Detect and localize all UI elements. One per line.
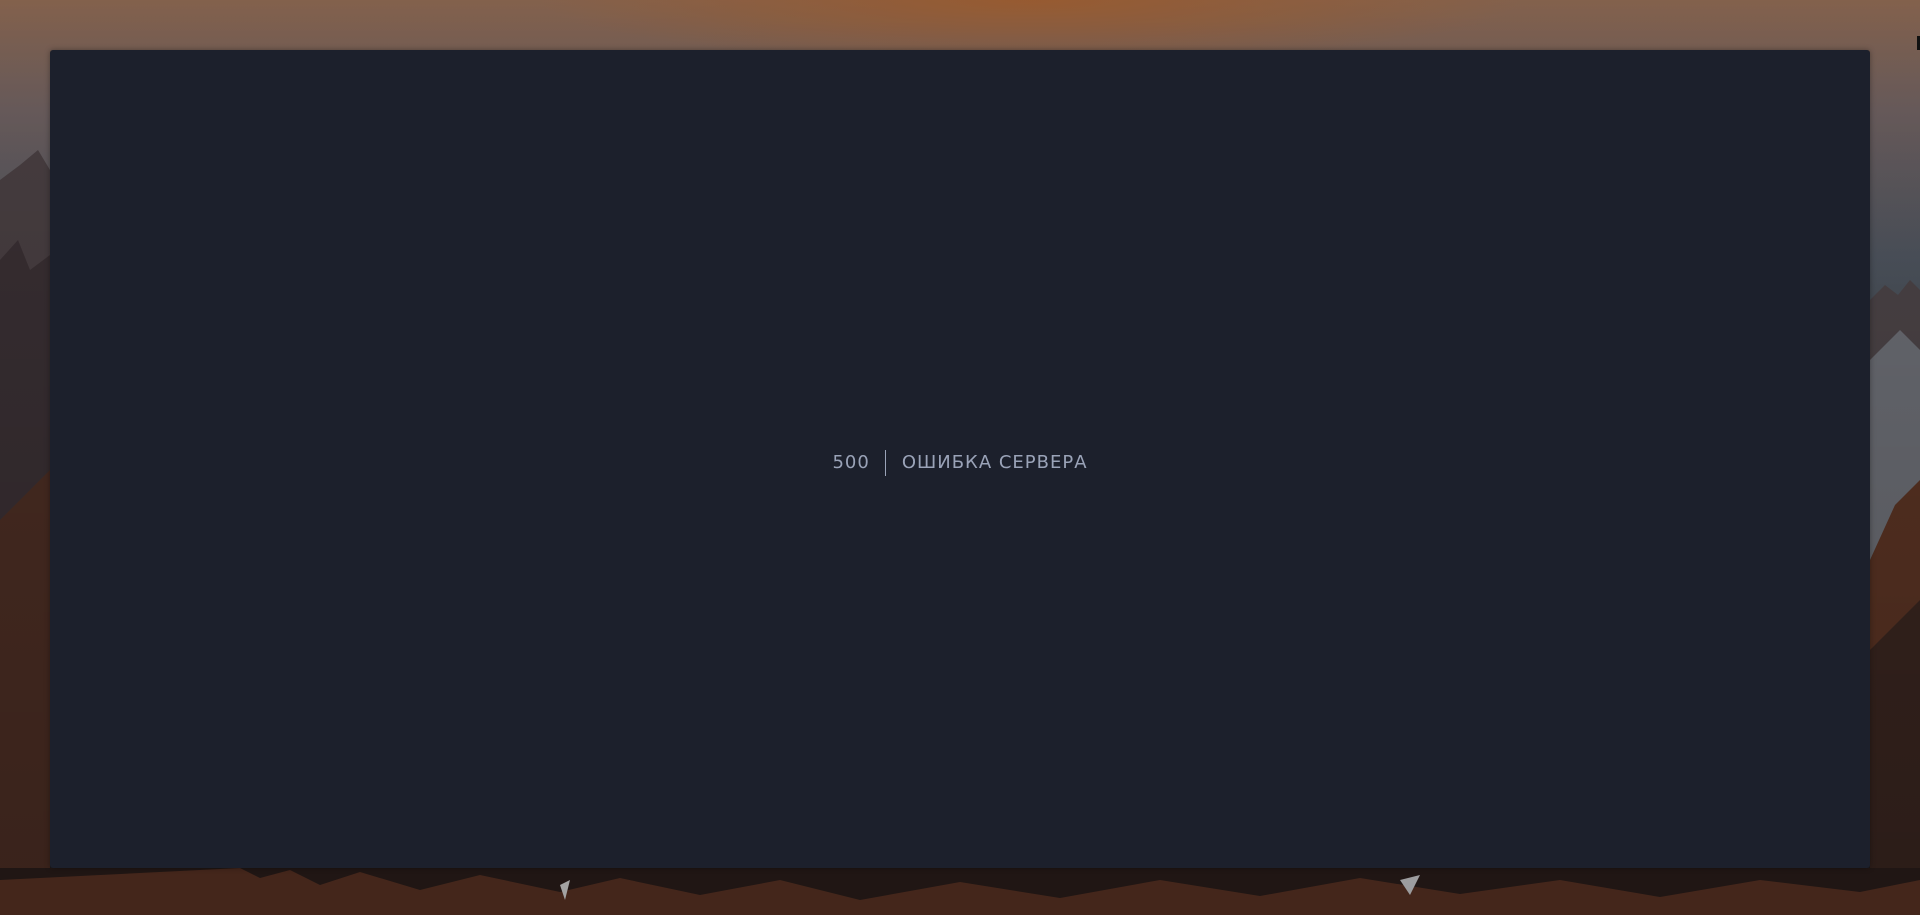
error-message: 500 ОШИБКА СЕРВЕРА <box>50 50 1870 868</box>
error-panel: 500 ОШИБКА СЕРВЕРА <box>50 50 1870 868</box>
error-text: ОШИБКА СЕРВЕРА <box>901 452 1088 473</box>
error-content: 500 ОШИБКА СЕРВЕРА <box>832 449 1088 476</box>
error-code: 500 <box>832 452 870 473</box>
